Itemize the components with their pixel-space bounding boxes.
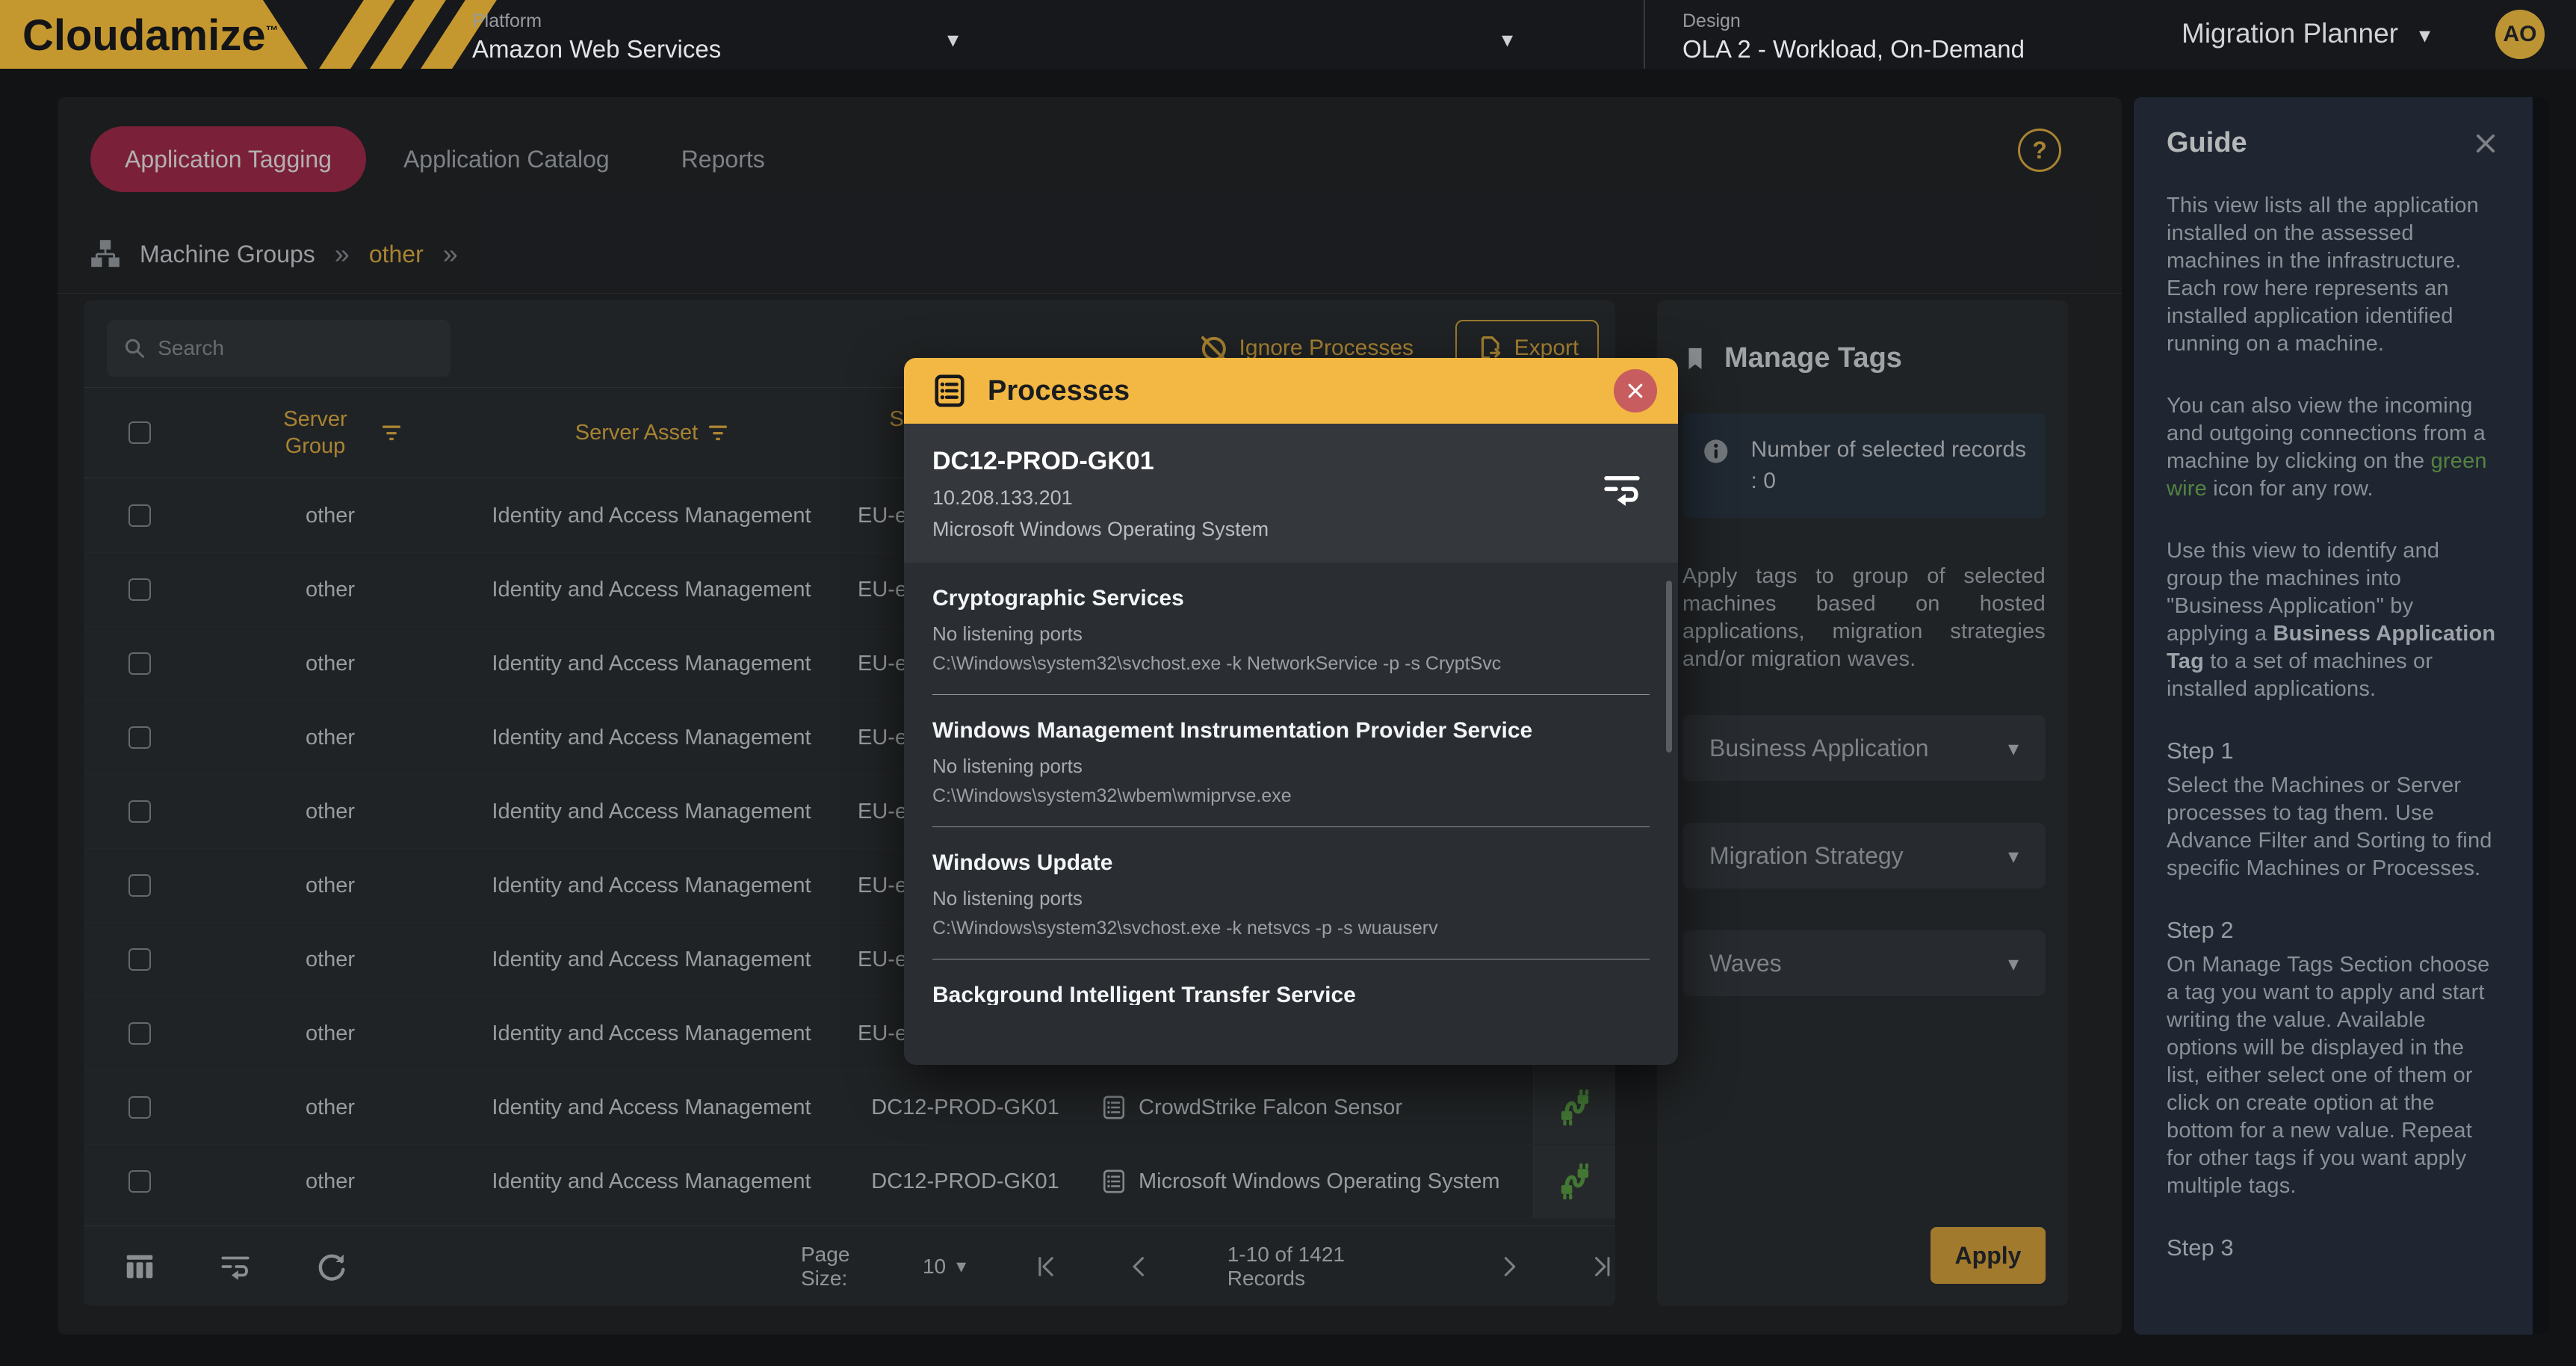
header-divider	[1644, 0, 1645, 69]
process-item: Windows Management Instrumentation Provi…	[932, 695, 1650, 827]
processes-list-icon	[932, 374, 967, 408]
process-item: Windows Update No listening ports C:\Win…	[932, 827, 1650, 959]
machine-name: DC12-PROD-GK01	[932, 446, 1645, 476]
processes-modal: Processes DC12-PROD-GK01 10.208.133.201 …	[904, 358, 1678, 1065]
product-menu-caret-icon[interactable]: ▾	[2419, 22, 2430, 49]
machine-info: DC12-PROD-GK01 10.208.133.201 Microsoft …	[904, 424, 1678, 563]
process-path: C:\Windows\system32\wbem\wmiprvse.exe	[932, 785, 1650, 807]
app-header: Cloudamize™ Platform Amazon Web Services…	[0, 0, 2576, 69]
process-ports: No listening ports	[932, 622, 1650, 645]
process-ports: No listening ports	[932, 755, 1650, 777]
machine-os: Microsoft Windows Operating System	[932, 518, 1645, 540]
design-label: Design	[1682, 10, 2025, 32]
platform-caret-icon[interactable]: ▾	[947, 27, 959, 53]
design-caret-icon[interactable]: ▾	[1502, 27, 1513, 53]
modal-title: Processes	[988, 375, 1593, 407]
machine-ip: 10.208.133.201	[932, 486, 1645, 509]
process-name: Windows Management Instrumentation Provi…	[932, 717, 1650, 744]
modal-scrollbar[interactable]	[1666, 581, 1672, 752]
platform-selector[interactable]: Platform Amazon Web Services	[472, 10, 721, 64]
processes-modal-header: Processes	[904, 358, 1678, 424]
product-menu[interactable]: Migration Planner	[2182, 18, 2398, 49]
machine-processes-icon[interactable]	[1599, 469, 1645, 512]
design-selector[interactable]: Design OLA 2 - Workload, On-Demand	[1682, 10, 2025, 64]
process-name: Background Intelligent Transfer Service	[932, 982, 1650, 1005]
process-name: Cryptographic Services	[932, 585, 1650, 612]
process-path: C:\Windows\system32\svchost.exe -k Netwo…	[932, 652, 1650, 675]
process-list: Cryptographic Services No listening port…	[904, 563, 1678, 1005]
modal-close-button[interactable]	[1614, 369, 1657, 412]
platform-label: Platform	[472, 10, 721, 32]
platform-value: Amazon Web Services	[472, 35, 721, 64]
process-ports: No listening ports	[932, 887, 1650, 909]
close-icon	[1626, 381, 1645, 401]
app-root: Cloudamize™ Platform Amazon Web Services…	[0, 0, 2576, 1366]
process-path: C:\Windows\system32\svchost.exe -k netsv…	[932, 917, 1650, 939]
process-item: Background Intelligent Transfer Service	[932, 959, 1650, 1005]
brand-name: Cloudamize™	[22, 10, 279, 61]
process-item: Cryptographic Services No listening port…	[932, 563, 1650, 695]
trademark: ™	[266, 24, 279, 38]
design-value: OLA 2 - Workload, On-Demand	[1682, 35, 2025, 64]
process-name: Windows Update	[932, 850, 1650, 877]
user-avatar[interactable]: AO	[2495, 10, 2545, 59]
